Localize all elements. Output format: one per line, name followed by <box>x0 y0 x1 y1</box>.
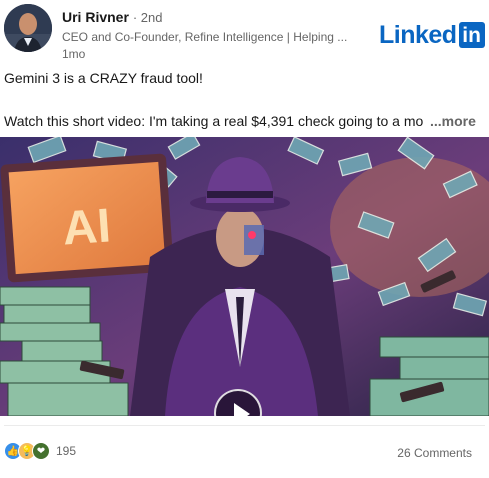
see-more-link[interactable]: ...more <box>428 113 476 129</box>
reactions-summary[interactable]: 👍 💡 ❤ 195 <box>4 442 76 460</box>
comments-count-link[interactable]: 26 Comments <box>397 446 472 460</box>
avatar-image <box>4 4 52 52</box>
author-name[interactable]: Uri Rivner <box>62 9 129 25</box>
play-icon <box>234 403 250 416</box>
reaction-count: 195 <box>56 444 77 458</box>
author-avatar[interactable] <box>4 4 52 52</box>
post-time: 1mo <box>62 47 86 61</box>
support-icon: ❤ <box>32 442 50 460</box>
logo-box: in <box>458 22 485 48</box>
linkedin-logo: Linked in <box>379 22 485 48</box>
author-name-row: Uri Rivner · 2nd <box>62 9 162 25</box>
divider <box>4 425 485 426</box>
connection-degree: · 2nd <box>132 10 163 25</box>
post-text-line-1: Gemini 3 is a CRAZY fraud tool! <box>4 70 203 86</box>
author-headline: CEO and Co-Founder, Refine Intelligence … <box>62 30 348 44</box>
video-thumbnail[interactable]: AI <box>0 137 489 416</box>
linkedin-post-card: Uri Rivner · 2nd CEO and Co-Founder, Ref… <box>0 0 489 478</box>
monitor-ai-text: AI <box>61 199 113 255</box>
post-text-line-2: Watch this short video: I'm taking a rea… <box>4 113 424 129</box>
video-illustration: AI <box>0 137 489 416</box>
logo-text: Linked <box>379 21 457 49</box>
